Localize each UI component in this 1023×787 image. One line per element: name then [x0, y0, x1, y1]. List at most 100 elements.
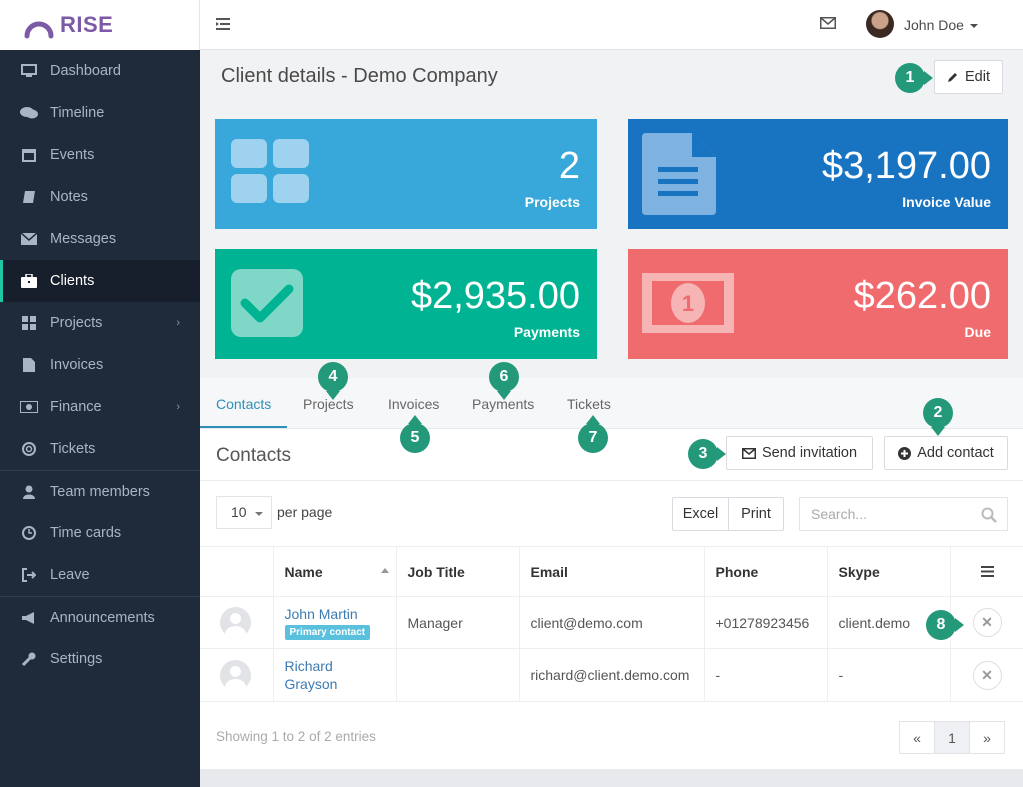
sidebar-item-label: Tickets: [50, 441, 96, 457]
sidebar-item-tickets[interactable]: Tickets: [0, 428, 200, 470]
table-row: Richard Grayson richard@client.demo.com …: [200, 648, 1023, 702]
plus-circle-icon: [898, 446, 912, 460]
envelope-icon[interactable]: [820, 17, 836, 29]
brand[interactable]: RISE: [0, 0, 200, 50]
sidebar-item-label: Leave: [50, 567, 90, 583]
sidebar-item-label: Projects: [50, 315, 103, 331]
table-row: John Martin Primary contact Manager clie…: [200, 596, 1023, 649]
tab-tickets[interactable]: Tickets: [567, 396, 611, 412]
sidebar-item-dashboard[interactable]: Dashboard: [0, 50, 200, 92]
job-title-cell: Manager: [396, 596, 520, 649]
sidebar-item-label: Time cards: [50, 525, 122, 541]
money-icon: 1: [642, 273, 734, 333]
tab-invoices[interactable]: Invoices: [388, 396, 439, 412]
sidebar-item-team-members[interactable]: Team members: [0, 470, 200, 512]
user-name: John Doe: [904, 17, 964, 33]
sidebar-item-label: Dashboard: [50, 63, 121, 79]
search-icon[interactable]: [981, 507, 997, 523]
sidebar-item-label: Invoices: [50, 357, 104, 373]
search-input[interactable]: [800, 498, 970, 530]
column-header-options[interactable]: [950, 546, 1023, 597]
sidebar-item-settings[interactable]: Settings: [0, 638, 200, 680]
sidebar-item-timeline[interactable]: Timeline: [0, 92, 200, 134]
rise-logo-icon: [24, 21, 54, 39]
pagination-next-button[interactable]: »: [969, 721, 1005, 754]
sidebar-item-invoices[interactable]: Invoices: [0, 344, 200, 386]
page-title: Client details - Demo Company: [221, 65, 498, 87]
stat-card-invoice-value[interactable]: $3,197.00 Invoice Value: [628, 119, 1008, 229]
column-header-phone[interactable]: Phone: [704, 546, 828, 597]
pagination-prev-button[interactable]: «: [899, 721, 935, 754]
user-icon: [20, 484, 38, 500]
excel-button[interactable]: Excel: [672, 497, 729, 531]
column-header-avatar: [200, 546, 274, 597]
sidebar-item-messages[interactable]: Messages: [0, 218, 200, 260]
edit-button[interactable]: Edit: [934, 60, 1003, 94]
contact-avatar[interactable]: [220, 659, 251, 691]
stat-card-due[interactable]: 1 $262.00 Due: [628, 249, 1008, 359]
contact-name-link[interactable]: Richard Grayson: [285, 657, 355, 693]
sidebar-item-events[interactable]: Events: [0, 134, 200, 176]
sidebar-item-notes[interactable]: Notes: [0, 176, 200, 218]
user-avatar[interactable]: [866, 10, 894, 38]
footer: [200, 769, 1023, 787]
sidebar-item-time-cards[interactable]: Time cards: [0, 512, 200, 554]
client-tabs-panel: Contacts Projects Invoices Payments Tick…: [200, 378, 1023, 769]
comments-icon: [20, 105, 38, 121]
divider: [200, 480, 1023, 481]
briefcase-icon: [20, 273, 38, 289]
column-header-job-title[interactable]: Job Title: [396, 546, 520, 597]
page-size-select[interactable]: 10: [216, 496, 272, 529]
sidebar-item-label: Finance: [50, 399, 102, 415]
user-menu[interactable]: John Doe: [904, 17, 978, 33]
print-label: Print: [741, 506, 771, 522]
sidebar-item-clients[interactable]: Clients: [0, 260, 200, 302]
column-header-email[interactable]: Email: [519, 546, 705, 597]
column-header-name[interactable]: Name: [273, 546, 397, 597]
stat-card-projects[interactable]: 2 Projects: [215, 119, 597, 229]
column-header-skype[interactable]: Skype: [827, 546, 951, 597]
sidebar-item-leave[interactable]: Leave: [0, 554, 200, 596]
column-header-label: Name: [284, 563, 323, 580]
contact-name-link[interactable]: John Martin: [285, 606, 358, 622]
close-icon: ✕: [981, 666, 993, 683]
add-contact-label: Add contact: [917, 445, 994, 461]
sidebar-item-label: Team members: [50, 483, 150, 500]
skype-cell: -: [827, 648, 951, 702]
send-invitation-button[interactable]: Send invitation: [726, 436, 873, 470]
pagination: « 1 »: [899, 721, 1005, 754]
brand-name: RISE: [60, 12, 114, 37]
callout-badge: 8: [926, 610, 964, 640]
print-button[interactable]: Print: [728, 497, 784, 531]
delete-contact-button[interactable]: ✕: [972, 608, 1002, 637]
contact-avatar[interactable]: [220, 607, 251, 638]
tab-contacts[interactable]: Contacts: [216, 396, 271, 412]
sidebar-item-announcements[interactable]: Announcements: [0, 596, 200, 638]
life-ring-icon: [20, 441, 38, 457]
calendar-icon: [20, 147, 38, 163]
pagination-page-button[interactable]: 1: [934, 721, 970, 754]
th-large-icon: [231, 139, 309, 203]
clock-icon: [20, 525, 38, 541]
stat-label: Invoice Value: [902, 194, 991, 210]
column-header-label: Email: [530, 563, 568, 580]
stat-card-payments[interactable]: $2,935.00 Payments: [215, 249, 597, 359]
sidebar-item-finance[interactable]: Finance ›: [0, 386, 200, 428]
sidebar-item-label: Notes: [50, 189, 88, 205]
avatar-cell: [200, 648, 274, 702]
check-square-icon: [231, 269, 303, 337]
delete-contact-button[interactable]: ✕: [972, 660, 1002, 690]
chevron-right-icon: ›: [176, 317, 180, 329]
file-icon: [20, 357, 38, 373]
name-cell: Richard Grayson: [273, 648, 397, 702]
column-header-label: Job Title: [407, 563, 465, 580]
add-contact-button[interactable]: Add contact: [884, 436, 1008, 470]
sidebar-toggle-icon[interactable]: [216, 18, 230, 30]
sign-out-icon: [20, 567, 38, 583]
chevron-right-icon: ›: [176, 401, 180, 413]
envelope-icon: [741, 447, 756, 459]
sidebar-item-projects[interactable]: Projects ›: [0, 302, 200, 344]
table-info: Showing 1 to 2 of 2 entries: [216, 729, 376, 744]
sidebar-item-label: Events: [50, 147, 95, 163]
active-tab-indicator: [200, 426, 287, 428]
